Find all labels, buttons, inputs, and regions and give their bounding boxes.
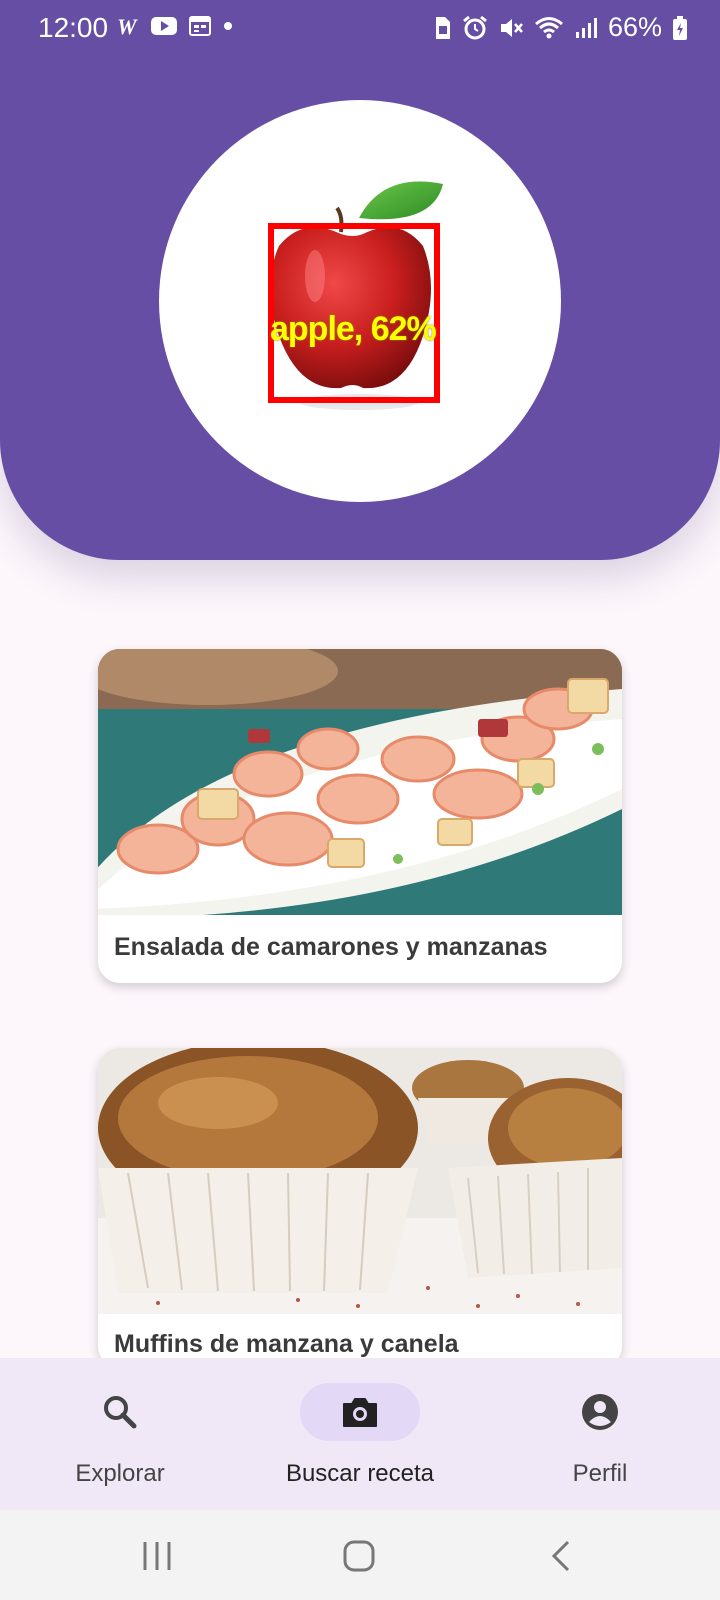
recipe-card[interactable]: Muffins de manzana y canela: [98, 1048, 622, 1368]
nav-item-perfil[interactable]: Perfil: [480, 1358, 720, 1510]
nav-item-buscar-receta[interactable]: Buscar receta: [240, 1358, 480, 1510]
detection-label: apple, 62%: [270, 310, 437, 348]
nav-label: Perfil: [572, 1460, 628, 1487]
recipe-card[interactable]: Ensalada de camarones y manzanas: [98, 649, 622, 983]
dot-icon: [224, 22, 232, 30]
recent-apps-icon[interactable]: [135, 1534, 179, 1578]
status-time: 12:00: [38, 12, 109, 43]
mute-icon: [500, 18, 523, 37]
nav-label: Explorar: [75, 1460, 165, 1487]
w-icon: W: [117, 14, 138, 38]
notification-icons: W: [116, 14, 234, 38]
nav-label: Buscar receta: [285, 1460, 435, 1487]
alarm-icon: [463, 15, 487, 39]
back-icon[interactable]: [540, 1534, 584, 1578]
recipe-image-muffins: [98, 1048, 622, 1314]
home-icon[interactable]: [337, 1534, 381, 1578]
calendar-icon: [189, 16, 211, 36]
youtube-icon: [151, 17, 177, 35]
bottom-navigation: Explorar Buscar receta Perfil: [0, 1358, 720, 1510]
battery-percent: 66%: [607, 12, 662, 42]
sim-icon: [435, 16, 450, 39]
signal-icon: [575, 17, 597, 38]
recipe-title: Muffins de manzana y canela: [114, 1330, 459, 1358]
battery-icon: [673, 15, 687, 40]
camera-icon: [343, 1398, 377, 1427]
account-circle-icon: [582, 1394, 618, 1430]
wifi-icon: [534, 16, 563, 38]
status-bar: 12:00 W 66%: [0, 0, 720, 56]
search-icon: [104, 1396, 137, 1429]
header: 12:00 W 66% apple, 62%: [0, 0, 720, 560]
system-status-icons: 66%: [432, 12, 688, 43]
recipe-image-shrimp-salad: [98, 649, 622, 915]
nav-item-explorar[interactable]: Explorar: [0, 1358, 240, 1510]
system-navigation-bar: [0, 1510, 720, 1600]
recipe-title: Ensalada de camarones y manzanas: [114, 933, 548, 961]
svg-text:W: W: [117, 14, 138, 38]
